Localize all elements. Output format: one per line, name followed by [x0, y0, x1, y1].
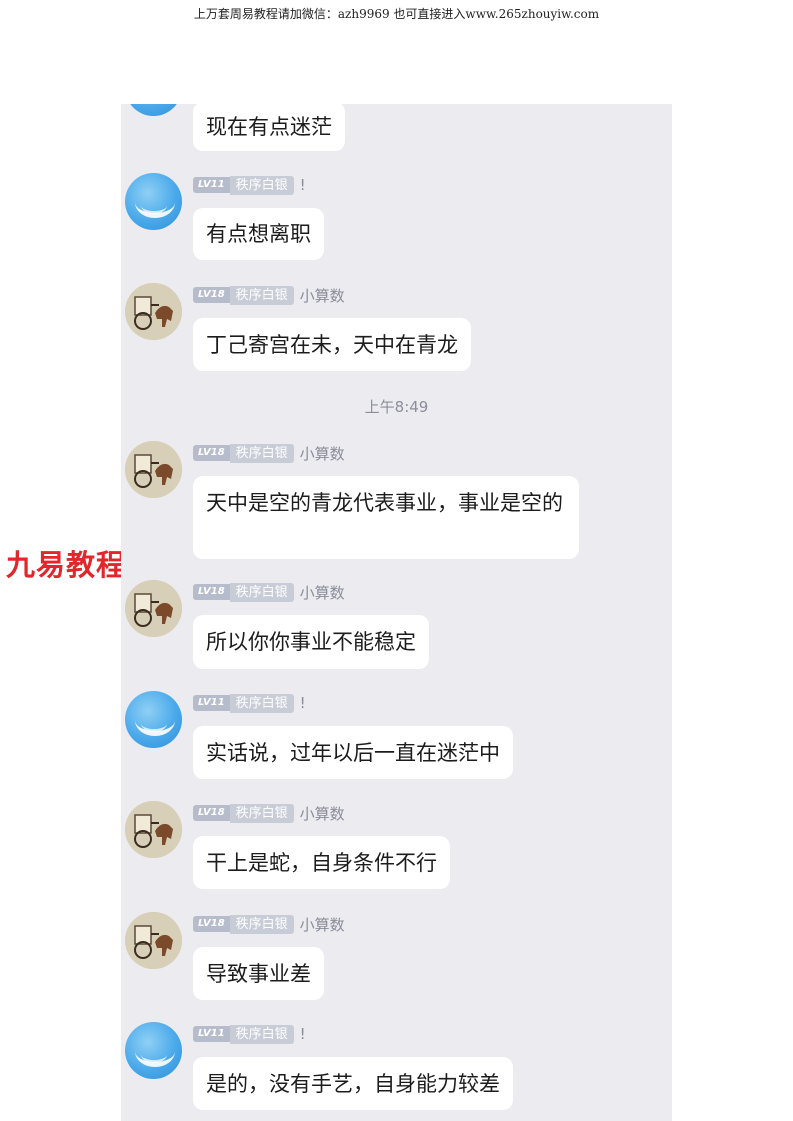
sender-meta: LV18 秩序白银 小算数	[193, 914, 345, 934]
rank-badge: 秩序白银	[229, 175, 294, 195]
avatar[interactable]	[125, 441, 182, 498]
sender-name: 小算数	[299, 583, 345, 602]
sender-meta: LV11 秩序白银 !	[193, 175, 306, 195]
rank-badge: 秩序白银	[229, 285, 294, 305]
avatar[interactable]	[125, 1022, 182, 1079]
message-bubble: 丁己寄宫在未，天中在青龙	[193, 318, 471, 371]
carriage-icon	[125, 441, 182, 498]
sender-meta: LV18 秩序白银 小算数	[193, 285, 345, 305]
avatar[interactable]	[125, 691, 182, 748]
rank-badge: 秩序白银	[229, 443, 294, 463]
sender-meta: LV18 秩序白银 小算数	[193, 803, 345, 823]
avatar[interactable]	[125, 173, 182, 230]
rank-badge: 秩序白银	[229, 803, 294, 823]
page-header: 上万套周易教程请加微信：azh9969 也可直接进入www.265zhouyiw…	[193, 7, 600, 21]
avatar[interactable]	[125, 912, 182, 969]
watermark-label: 九易教程	[0, 540, 133, 586]
time-divider: 上午8:49	[364, 398, 429, 416]
rank-badge: 秩序白银	[229, 693, 294, 713]
sender-name: 小算数	[299, 804, 345, 823]
carriage-icon	[125, 580, 182, 637]
rank-badge: 秩序白银	[229, 1024, 294, 1044]
level-badge: LV18	[193, 805, 230, 821]
level-badge: LV18	[193, 287, 230, 303]
message-bubble: 现在有点迷茫	[193, 104, 345, 151]
message-bubble: 天中是空的青龙代表事业，事业是空的	[193, 476, 579, 559]
sender-name: !	[299, 694, 306, 712]
level-badge: LV18	[193, 445, 230, 461]
chat-panel[interactable]: 现在有点迷茫 LV11 秩序白银 ! 有点想离职 LV18 秩序白银 小算数 丁…	[121, 104, 672, 1121]
avatar[interactable]	[125, 104, 182, 116]
sender-meta: LV11 秩序白银 !	[193, 1024, 306, 1044]
carriage-icon	[125, 801, 182, 858]
message-bubble: 导致事业差	[193, 947, 324, 1000]
level-badge: LV11	[193, 1026, 230, 1042]
avatar[interactable]	[125, 283, 182, 340]
message-bubble: 有点想离职	[193, 208, 324, 260]
sender-meta: LV18 秩序白银 小算数	[193, 443, 345, 463]
message-bubble: 是的，没有手艺，自身能力较差	[193, 1057, 513, 1110]
message-bubble: 实话说，过年以后一直在迷茫中	[193, 726, 513, 779]
message-bubble: 干上是蛇，自身条件不行	[193, 836, 450, 889]
sender-name: 小算数	[299, 444, 345, 463]
level-badge: LV18	[193, 916, 230, 932]
sender-meta: LV11 秩序白银 !	[193, 693, 306, 713]
rank-badge: 秩序白银	[229, 914, 294, 934]
carriage-icon	[125, 912, 182, 969]
sender-name: 小算数	[299, 915, 345, 934]
avatar[interactable]	[125, 580, 182, 637]
level-badge: LV11	[193, 695, 230, 711]
carriage-icon	[125, 283, 182, 340]
rank-badge: 秩序白银	[229, 582, 294, 602]
sender-name: !	[299, 176, 306, 194]
message-bubble: 所以你你事业不能稳定	[193, 615, 429, 669]
level-badge: LV18	[193, 584, 230, 600]
sender-name: !	[299, 1025, 306, 1043]
sender-name: 小算数	[299, 286, 345, 305]
level-badge: LV11	[193, 177, 230, 193]
sender-meta: LV18 秩序白银 小算数	[193, 582, 345, 602]
avatar[interactable]	[125, 801, 182, 858]
